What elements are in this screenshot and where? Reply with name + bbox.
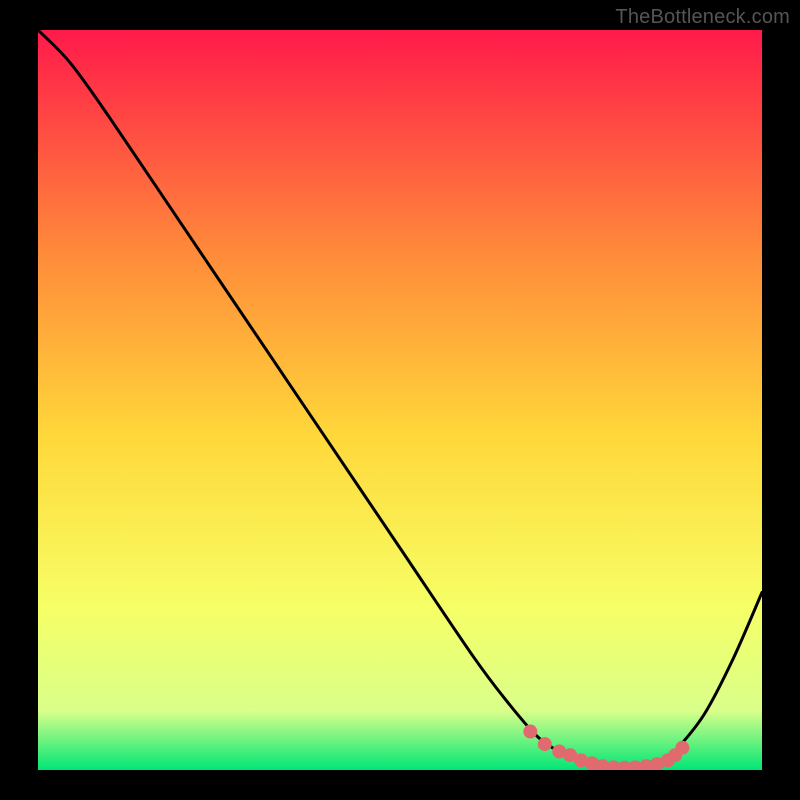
watermark-text: TheBottleneck.com [615,6,790,29]
highlight-dots [38,30,762,770]
highlight-dot [538,737,552,751]
chart-frame: TheBottleneck.com [0,0,800,800]
highlight-dot [675,741,689,755]
plot-area [38,30,762,770]
highlight-dot [523,725,537,739]
